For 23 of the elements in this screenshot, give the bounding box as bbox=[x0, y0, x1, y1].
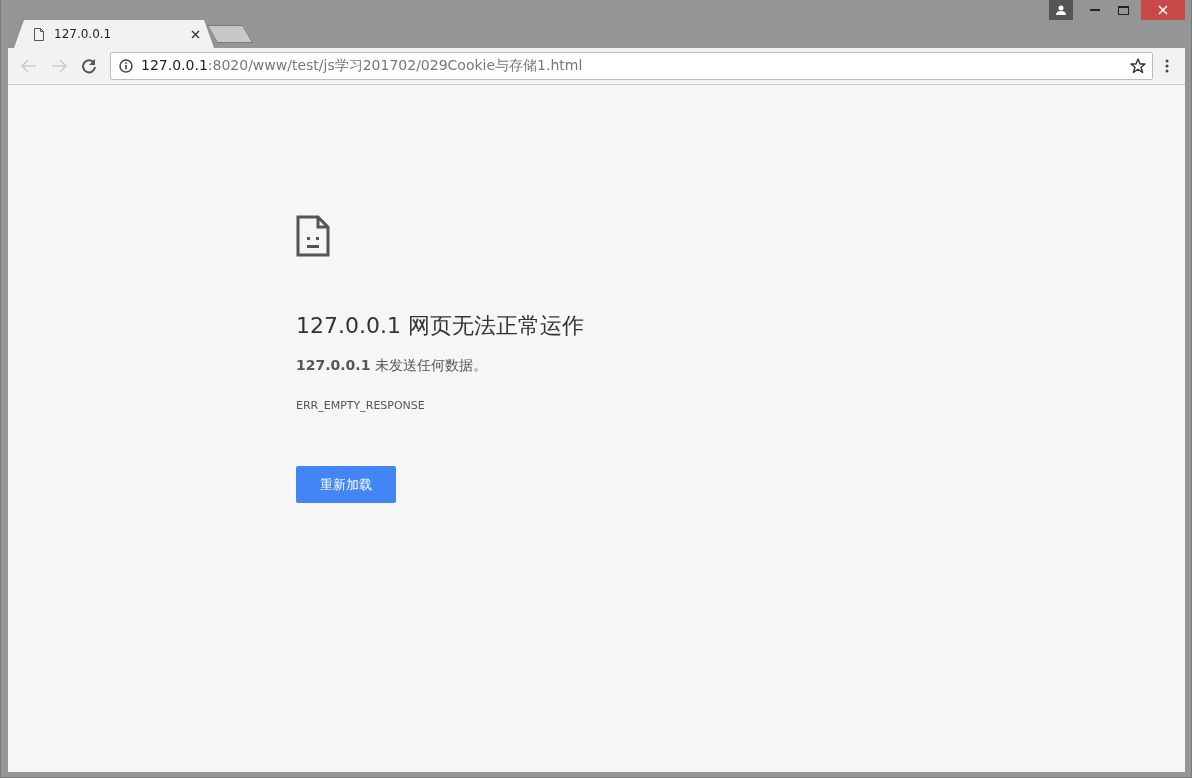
reload-icon bbox=[81, 58, 97, 74]
address-bar[interactable]: 127.0.0.1:8020/www/test/js学习201702/029Cookie与存储1.html bbox=[110, 52, 1153, 80]
person-icon bbox=[1056, 5, 1066, 15]
reload-button[interactable]: 重新加载 bbox=[296, 466, 396, 503]
minimize-icon bbox=[1090, 9, 1100, 11]
tab-title: 127.0.0.1 bbox=[54, 27, 113, 41]
star-icon[interactable] bbox=[1130, 58, 1146, 74]
document-icon bbox=[34, 27, 44, 41]
error-code: ERR_EMPTY_RESPONSE bbox=[296, 399, 426, 412]
error-heading: 127.0.0.1 网页无法正常运作 bbox=[296, 312, 585, 340]
forward-arrow-icon bbox=[51, 59, 67, 73]
browser-tab[interactable]: 127.0.0.1 bbox=[14, 20, 214, 48]
maximize-icon bbox=[1117, 5, 1129, 15]
profile-button[interactable] bbox=[1049, 0, 1073, 20]
info-icon bbox=[119, 59, 133, 73]
close-icon[interactable] bbox=[191, 29, 200, 39]
back-arrow-icon bbox=[21, 59, 37, 73]
url-text: 127.0.0.1:8020/www/test/js学习201702/029Cookie与存储1.html bbox=[141, 57, 584, 75]
new-tab-button[interactable] bbox=[206, 25, 254, 43]
sad-page-icon bbox=[296, 215, 330, 257]
close-icon bbox=[1158, 5, 1168, 15]
error-detail: 127.0.0.1 未发送任何数据。 bbox=[296, 357, 488, 375]
menu-icon[interactable] bbox=[1165, 59, 1169, 73]
